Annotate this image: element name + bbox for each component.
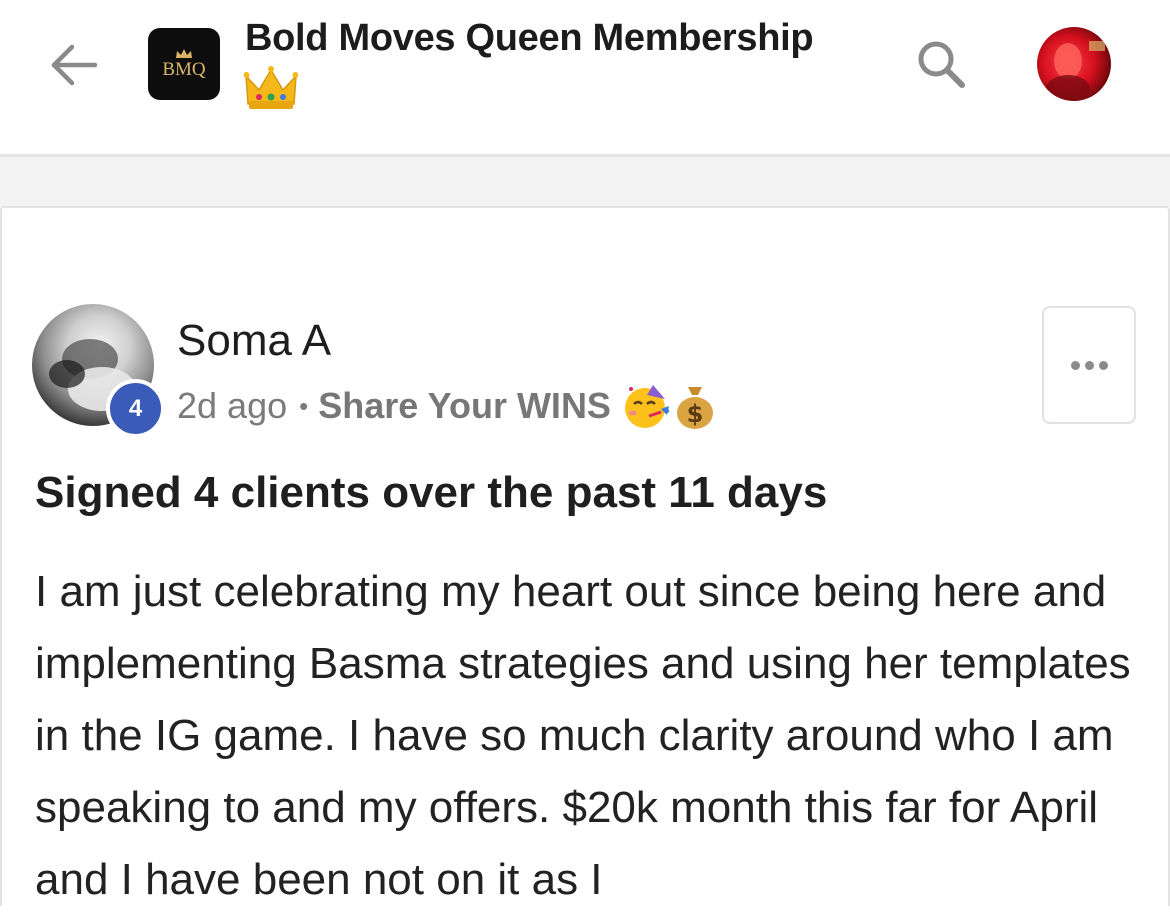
category-emojis: $ <box>619 381 717 431</box>
meta-separator: • <box>299 391 309 421</box>
back-button[interactable] <box>44 38 104 92</box>
post-body[interactable]: I am just celebrating my heart out since… <box>35 556 1145 916</box>
partying-face-emoji-icon <box>624 385 669 428</box>
crown-emoji-icon <box>244 66 298 109</box>
post-title[interactable]: Signed 4 clients over the past 11 days <box>35 466 1135 520</box>
level-badge: 4 <box>106 379 165 438</box>
post-meta: 2d ago • Share Your WINS $ <box>177 380 717 432</box>
group-logo[interactable]: BMQ <box>148 28 220 100</box>
more-dot <box>1098 360 1108 370</box>
svg-text:$: $ <box>687 400 704 428</box>
avatar-image <box>1046 41 1105 101</box>
logo-crown-icon <box>176 48 192 58</box>
money-bag-emoji-icon: $ <box>676 387 713 429</box>
author-name[interactable]: Soma A <box>177 315 331 367</box>
feed-gap <box>0 157 1170 207</box>
group-logo-text: BMQ <box>162 58 206 80</box>
search-icon <box>918 41 965 88</box>
group-title: Bold Moves Queen Membership <box>245 17 814 59</box>
more-dot <box>1070 360 1080 370</box>
user-avatar[interactable] <box>1037 27 1111 101</box>
post-time: 2d ago <box>177 385 288 426</box>
arrow-left-icon <box>51 44 98 86</box>
app-header: BMQ Bold Moves Queen Membership <box>0 0 1170 156</box>
post-category[interactable]: Share Your WINS <box>318 380 611 432</box>
more-dot <box>1084 360 1094 370</box>
post-more-button[interactable] <box>1042 306 1136 424</box>
search-button[interactable] <box>906 32 976 98</box>
